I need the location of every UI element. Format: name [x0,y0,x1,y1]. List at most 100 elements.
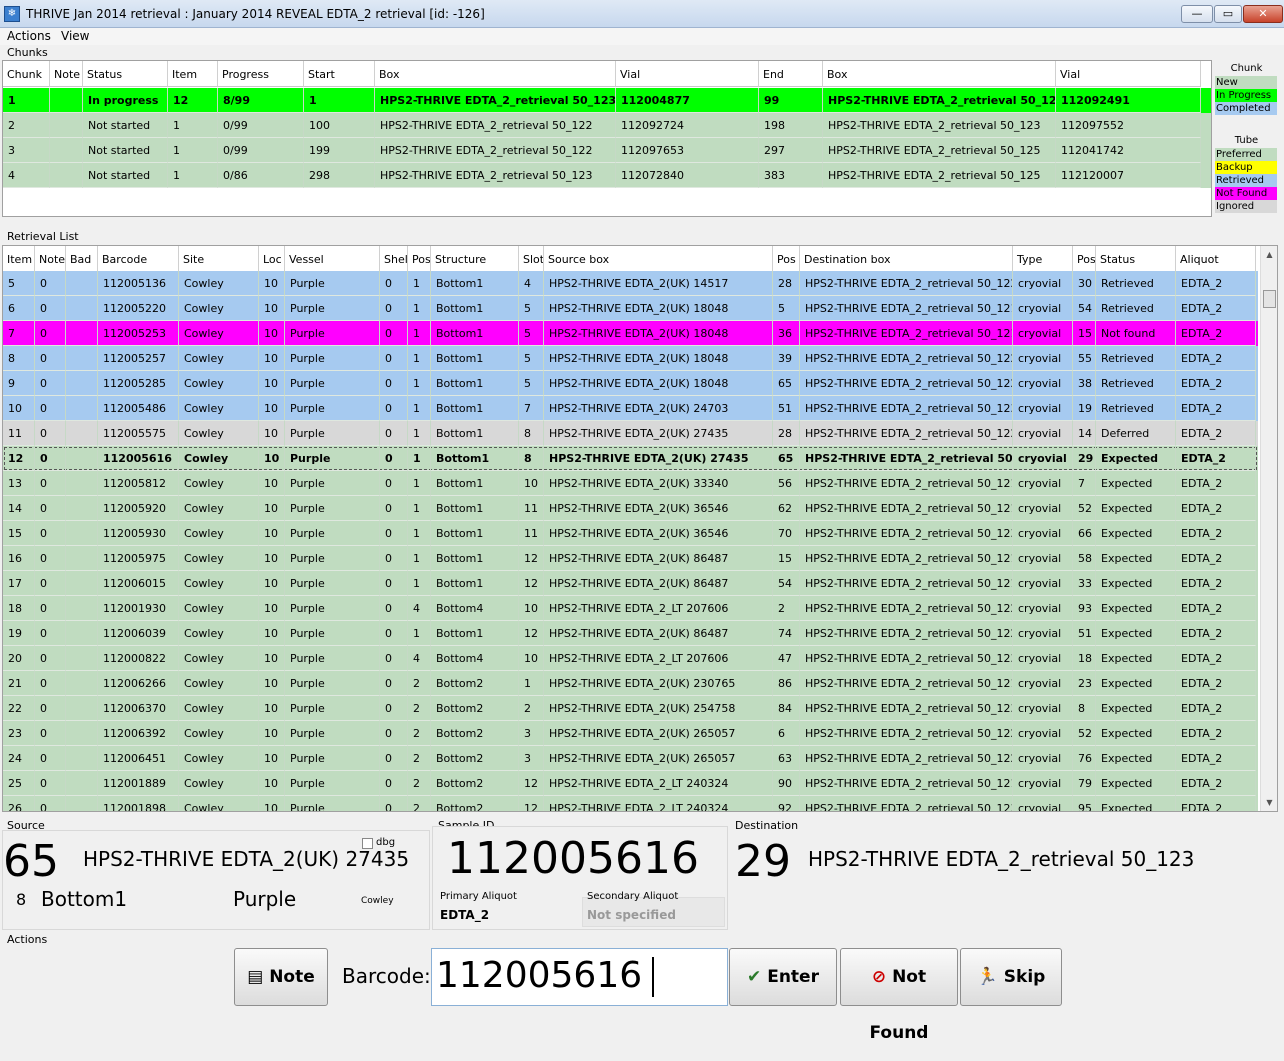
source-position: 65 [3,836,59,887]
table-row[interactable]: 12 0 112005616 Cowley 10 Purple 0 1 Bottom1 8 HPS2… [3,446,1258,471]
table-cell: 7 [519,396,544,421]
table-cell: 0 [380,571,408,596]
table-row[interactable]: 9 0 112005285 Cowley 10 Purple 0 1 Bottom1 5 HPS2-… [3,371,1258,396]
column-header[interactable]: Vial [616,61,759,87]
column-header[interactable]: Source box [544,246,773,272]
dbg-checkbox[interactable] [362,838,373,849]
table-cell: 199 [304,138,375,163]
table-row[interactable]: 23 0 112006392 Cowley 10 Purple 0 2 Bottom2 3 HPS2… [3,721,1258,746]
table-cell: 55 [1073,346,1096,371]
column-header[interactable]: Note [35,246,66,272]
column-header[interactable]: Structure [431,246,519,272]
table-cell: Cowley [179,546,259,571]
note-button[interactable]: ▤ Note [234,948,328,1006]
table-cell: 8 [519,421,544,446]
table-cell: 2 [408,671,431,696]
column-header[interactable]: Type [1013,246,1073,272]
not-found-button[interactable]: ⊘ Not Found [840,948,958,1043]
table-row[interactable]: 18 0 112001930 Cowley 10 Purple 0 4 Bottom4 10 HPS… [3,596,1258,621]
table-row[interactable]: 24 0 112006451 Cowley 10 Purple 0 2 Bottom2 3 HPS2… [3,746,1258,771]
column-header[interactable]: Pos [1073,246,1096,272]
table-cell: 0 [380,371,408,396]
table-cell: 0 [380,421,408,446]
chunks-grid[interactable]: Chunk Note Status Item Progress Start Box Vial E… [2,60,1212,217]
skip-button[interactable]: 🏃 Skip [960,948,1062,1006]
enter-button[interactable]: ✔ Enter [729,948,837,1006]
column-header[interactable]: End [759,61,823,87]
table-row[interactable]: 4 Not started 1 0/86 298 HPS2-THRIVE EDTA_2_r… [3,163,1211,188]
table-row[interactable]: 3 Not started 1 0/99 199 HPS2-THRIVE EDTA_2_r… [3,138,1211,163]
table-cell: Expected [1096,621,1176,646]
column-header[interactable]: Pos [408,246,431,272]
table-cell: 2 [408,746,431,771]
vertical-scrollbar[interactable]: ▲ ▼ [1260,246,1277,811]
table-row[interactable]: 11 0 112005575 Cowley 10 Purple 0 1 Bottom1 8 HPS2… [3,421,1258,446]
scroll-thumb[interactable] [1263,290,1276,308]
table-cell: cryovial [1013,296,1073,321]
table-cell: Purple [285,721,380,746]
scroll-up-icon[interactable]: ▲ [1261,246,1277,263]
table-row[interactable]: 19 0 112006039 Cowley 10 Purple 0 1 Bottom1 12 HPS… [3,621,1258,646]
table-row[interactable]: 8 0 112005257 Cowley 10 Purple 0 1 Bottom1 5 HPS2-… [3,346,1258,371]
scroll-down-icon[interactable]: ▼ [1261,794,1277,811]
column-header[interactable]: Status [1096,246,1176,272]
column-header[interactable]: Item [168,61,218,87]
table-row[interactable]: 17 0 112006015 Cowley 10 Purple 0 1 Bottom1 12 HPS… [3,571,1258,596]
column-header[interactable]: Item [3,246,35,272]
column-header[interactable]: Vial [1056,61,1201,87]
column-header[interactable]: Slot [519,246,544,272]
table-row[interactable]: 26 0 112001898 Cowley 10 Purple 0 2 Bottom2 12 HPS… [3,796,1258,811]
close-button[interactable]: ✕ [1243,5,1283,23]
column-header[interactable]: Start [304,61,375,87]
retrieval-grid[interactable]: ItemNoteBadBarcodeSiteLocVesselShelfPosS… [2,245,1278,812]
table-row[interactable]: 14 0 112005920 Cowley 10 Purple 0 1 Bottom1 11 HPS… [3,496,1258,521]
table-cell: 70 [773,521,800,546]
table-row[interactable]: 16 0 112005975 Cowley 10 Purple 0 1 Bottom1 12 HPS… [3,546,1258,571]
column-header[interactable]: Site [179,246,259,272]
column-header[interactable]: Shelf [380,246,408,272]
table-row[interactable]: 22 0 112006370 Cowley 10 Purple 0 2 Bottom2 2 HPS2… [3,696,1258,721]
table-row[interactable]: 10 0 112005486 Cowley 10 Purple 0 1 Bottom1 7 HPS2… [3,396,1258,421]
barcode-input[interactable]: 112005616 [431,948,728,1006]
table-row[interactable]: 6 0 112005220 Cowley 10 Purple 0 1 Bottom1 5 HPS2-… [3,296,1258,321]
table-row[interactable]: 5 0 112005136 Cowley 10 Purple 0 1 Bottom1 4 HPS2-… [3,271,1258,296]
app-icon[interactable]: ❄ [4,6,20,22]
column-header[interactable]: Destination box [800,246,1013,272]
column-header[interactable]: Note [50,61,83,87]
column-header[interactable]: Loc [259,246,285,272]
table-cell: Cowley [179,646,259,671]
table-cell: 2 [773,596,800,621]
column-header[interactable]: Pos [773,246,800,272]
table-cell: HPS2-THRIVE EDTA_2(UK) 27435 [544,421,773,446]
note-icon: ▤ [247,967,264,987]
menu-actions[interactable]: Actions [7,29,51,43]
table-row[interactable]: 1 In progress 12 8/99 1 HPS2-THRIVE EDTA_2_re… [3,88,1211,113]
column-header[interactable]: Vessel [285,246,380,272]
column-header[interactable]: Box [375,61,616,87]
source-slot: 8 [16,890,27,909]
maximize-button[interactable]: ▭ [1214,5,1242,23]
minimize-button[interactable]: — [1181,5,1213,23]
table-row[interactable]: 25 0 112001889 Cowley 10 Purple 0 2 Bottom2 12 HPS… [3,771,1258,796]
table-cell: Bottom1 [431,421,519,446]
table-cell: EDTA_2 [1176,521,1256,546]
column-header[interactable]: Barcode [98,246,179,272]
table-row[interactable]: 15 0 112005930 Cowley 10 Purple 0 1 Bottom1 11 HPS… [3,521,1258,546]
column-header[interactable]: Progress [218,61,304,87]
table-row[interactable]: 7 0 112005253 Cowley 10 Purple 0 1 Bottom1 5 HPS2-… [3,321,1258,346]
table-row[interactable]: 21 0 112006266 Cowley 10 Purple 0 2 Bottom2 1 HPS2… [3,671,1258,696]
menu-view[interactable]: View [61,29,89,43]
table-row[interactable]: 13 0 112005812 Cowley 10 Purple 0 1 Bottom1 10 HPS… [3,471,1258,496]
column-header[interactable]: Box [823,61,1056,87]
column-header[interactable]: Aliquot [1176,246,1256,272]
column-header[interactable]: Bad [66,246,98,272]
table-cell: cryovial [1013,796,1073,811]
table-row[interactable]: 20 0 112000822 Cowley 10 Purple 0 4 Bottom4 10 HPS… [3,646,1258,671]
table-cell: 10 [259,771,285,796]
legend: Chunk New In Progress Completed Tube Prefe… [1214,60,1280,217]
column-header[interactable]: Chunk [3,61,50,87]
table-cell: HPS2-THRIVE EDTA_2_retrieval 50_122 [800,596,1013,621]
column-header[interactable]: Status [83,61,168,87]
table-cell: Expected [1096,696,1176,721]
table-row[interactable]: 2 Not started 1 0/99 100 HPS2-THRIVE EDTA_2_r… [3,113,1211,138]
